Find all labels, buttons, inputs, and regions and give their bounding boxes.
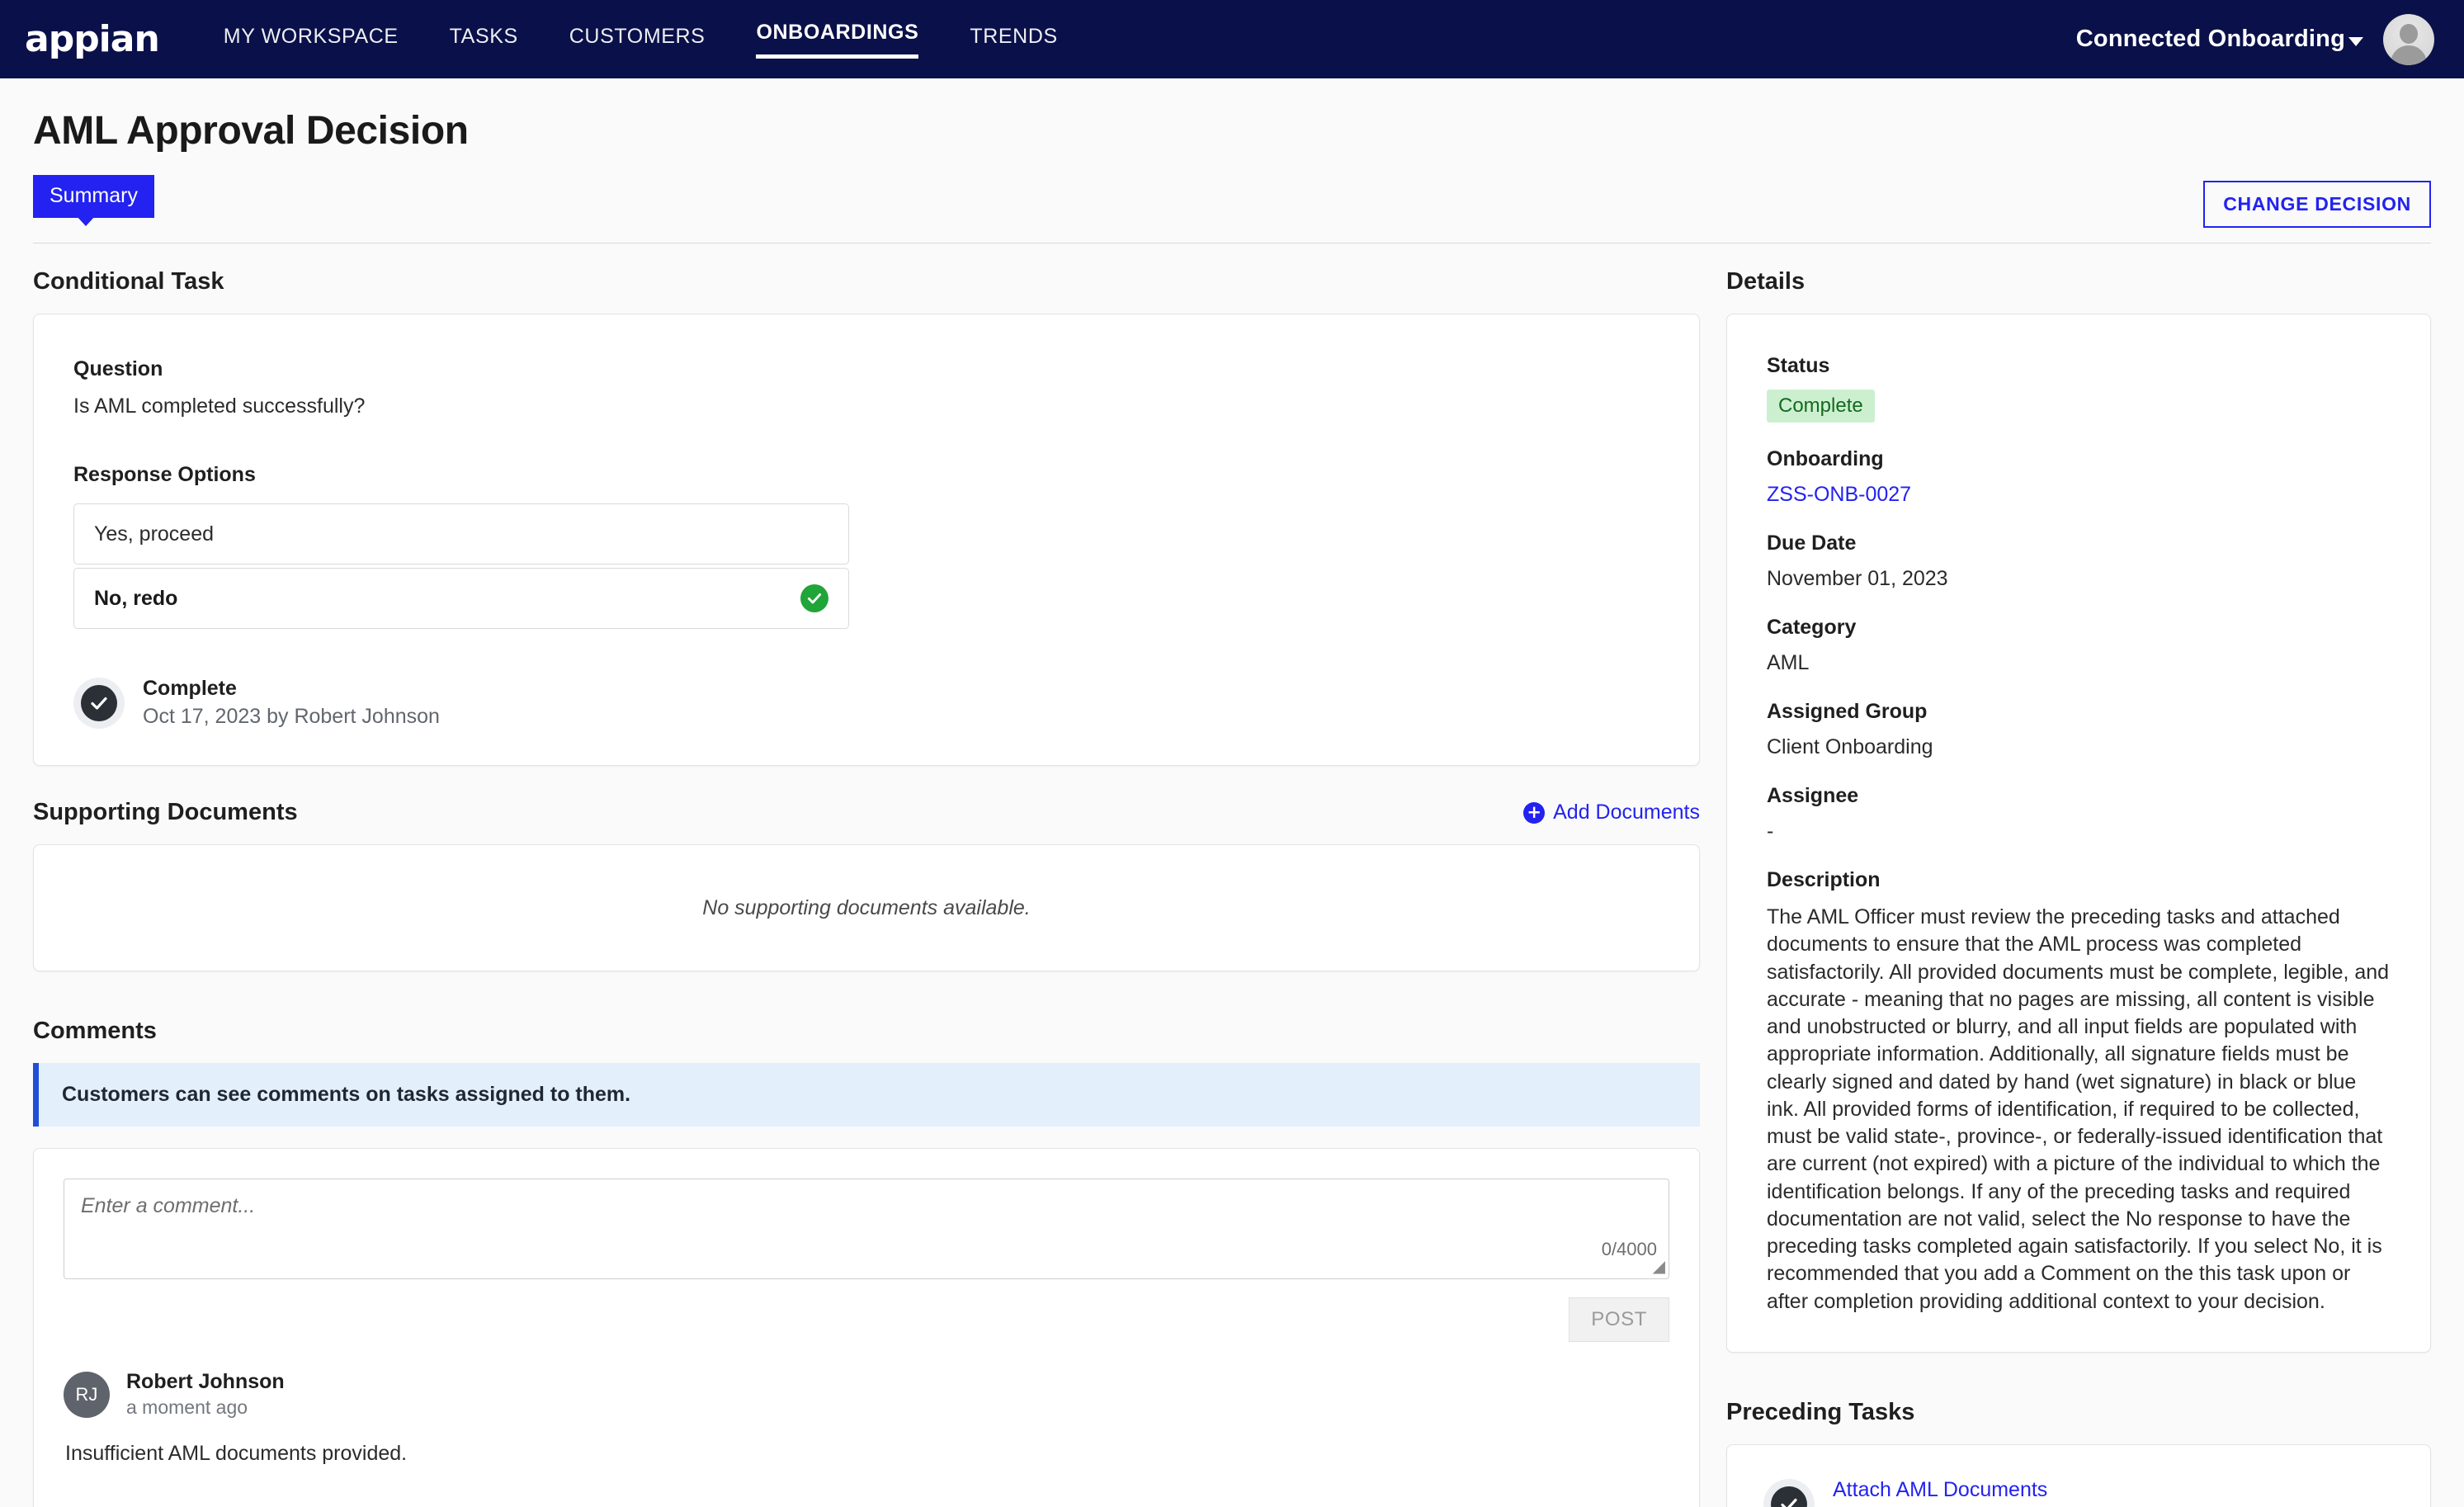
- preceding-task-link[interactable]: Attach AML Documents: [1833, 1478, 2047, 1501]
- assigned-group-label: Assigned Group: [1767, 700, 1928, 723]
- complete-check-icon: [1763, 1478, 1815, 1507]
- avatar: RJ: [64, 1371, 110, 1418]
- question-label: Question: [73, 357, 163, 380]
- details-card: Status Complete Onboarding ZSS-ONB-0027 …: [1726, 314, 2431, 1353]
- page-body: Conditional Task Question Is AML complet…: [0, 243, 2464, 1507]
- right-column: Details Status Complete Onboarding ZSS-O…: [1726, 268, 2431, 1507]
- category-label: Category: [1767, 616, 1857, 639]
- comment-timestamp: a moment ago: [126, 1396, 248, 1418]
- add-documents-label: Add Documents: [1553, 801, 1700, 824]
- onboarding-link[interactable]: ZSS-ONB-0027: [1767, 483, 1911, 507]
- response-options-label: Response Options: [73, 463, 256, 486]
- comment-input[interactable]: Enter a comment... 0/4000 ◢: [64, 1179, 1669, 1279]
- supporting-documents-card: No supporting documents available.: [33, 844, 1700, 971]
- task-status-row: Complete Oct 17, 2023 by Robert Johnson: [73, 677, 1659, 729]
- comments-notice: Customers can see comments on tasks assi…: [33, 1063, 1700, 1127]
- comment-input-placeholder: Enter a comment...: [81, 1194, 256, 1217]
- nav-link-onboardings[interactable]: ONBOARDINGS: [756, 21, 919, 59]
- tab-active-pointer-icon: [76, 215, 96, 226]
- page-title: AML Approval Decision: [33, 109, 469, 153]
- post-comment-button[interactable]: POST: [1569, 1297, 1669, 1342]
- pagination-last-button[interactable]: »: [1657, 1504, 1669, 1507]
- question-text: Is AML completed successfully?: [73, 394, 366, 418]
- preceding-tasks-card: Attach AML Documents Complete | Confirma…: [1726, 1443, 2431, 1507]
- task-status-meta: Oct 17, 2023 by Robert Johnson: [143, 705, 440, 728]
- left-column: Conditional Task Question Is AML complet…: [33, 268, 1700, 1507]
- supporting-documents-empty-text: No supporting documents available.: [702, 895, 1031, 919]
- appian-logo: appian: [25, 18, 160, 60]
- comments-pagination: « ‹ 1 - 1 of 1 › »: [64, 1504, 1669, 1507]
- user-menu-label: Connected Onboarding: [2075, 26, 2345, 52]
- user-avatar-icon[interactable]: [2383, 13, 2434, 65]
- plus-circle-icon: +: [1523, 801, 1546, 824]
- comment-author-name: Robert Johnson: [126, 1370, 285, 1393]
- pagination-next-button[interactable]: ›: [1636, 1504, 1644, 1507]
- status-label: Status: [1767, 354, 1830, 377]
- page-header: AML Approval Decision CHANGE DECISION: [0, 78, 2464, 228]
- nav-link-tasks[interactable]: TASKS: [450, 25, 518, 54]
- response-options-list: Yes, proceed No, redo: [73, 503, 849, 629]
- nav-link-customers[interactable]: CUSTOMERS: [569, 25, 706, 54]
- list-item: Attach AML Documents Complete | Confirma…: [1763, 1478, 2394, 1507]
- nav-right-cluster: Connected Onboarding: [2076, 13, 2434, 65]
- status-badge: Complete: [1767, 390, 1875, 423]
- nav-link-trends[interactable]: TRENDS: [970, 25, 1057, 54]
- due-date-label: Due Date: [1767, 531, 1857, 555]
- pagination-prev-button[interactable]: ‹: [1521, 1504, 1528, 1507]
- comment-char-count: 0/4000: [1601, 1239, 1657, 1259]
- description-label: Description: [1767, 868, 1881, 891]
- tab-row: Summary: [0, 175, 2464, 226]
- assignee-label: Assignee: [1767, 784, 1859, 807]
- comments-section: Comments Customers can see comments on t…: [33, 1018, 1700, 1507]
- add-documents-button[interactable]: + Add Documents: [1523, 801, 1700, 824]
- nav-link-my-workspace[interactable]: MY WORKSPACE: [224, 25, 399, 54]
- supporting-documents-heading: Supporting Documents: [33, 799, 298, 825]
- top-navigation-bar: appian MY WORKSPACE TASKS CUSTOMERS ONBO…: [0, 0, 2464, 78]
- supporting-documents-header: Supporting Documents + Add Documents: [33, 799, 1700, 826]
- tab-summary[interactable]: Summary: [33, 175, 154, 218]
- pagination-first-button[interactable]: «: [1495, 1504, 1508, 1507]
- task-status-name: Complete: [143, 677, 237, 700]
- response-option-yes[interactable]: Yes, proceed: [73, 503, 849, 565]
- response-option-label: No, redo: [94, 586, 178, 610]
- comments-card: Enter a comment... 0/4000 ◢ POST RJ Robe…: [33, 1148, 1700, 1507]
- complete-check-icon: [73, 677, 125, 729]
- comments-heading: Comments: [33, 1018, 157, 1044]
- assigned-group-value: Client Onboarding: [1767, 735, 1933, 758]
- response-option-no[interactable]: No, redo: [73, 568, 849, 629]
- chevron-down-icon: [2348, 37, 2363, 46]
- assignee-value: -: [1767, 820, 1774, 843]
- onboarding-label: Onboarding: [1767, 447, 1884, 470]
- details-heading: Details: [1726, 268, 1806, 295]
- preceding-tasks-section: Preceding Tasks Attach AML Documents Com…: [1726, 1399, 2431, 1507]
- conditional-task-heading: Conditional Task: [33, 268, 224, 295]
- comment-body: Insufficient AML documents provided.: [65, 1442, 408, 1465]
- due-date-value: November 01, 2023: [1767, 567, 1948, 590]
- resize-handle-icon[interactable]: ◢: [1653, 1256, 1665, 1277]
- comment-author-row: RJ Robert Johnson a moment ago: [64, 1370, 1669, 1419]
- post-button-row: POST: [64, 1297, 1669, 1342]
- preceding-tasks-heading: Preceding Tasks: [1726, 1398, 1915, 1425]
- category-value: AML: [1767, 651, 1810, 674]
- conditional-task-card: Question Is AML completed successfully? …: [33, 314, 1700, 766]
- description-value: The AML Officer must review the precedin…: [1767, 905, 2390, 1313]
- response-option-label: Yes, proceed: [94, 522, 215, 546]
- selected-check-icon: [800, 584, 828, 612]
- primary-nav-links: MY WORKSPACE TASKS CUSTOMERS ONBOARDINGS…: [224, 21, 1058, 59]
- user-menu-button[interactable]: Connected Onboarding: [2076, 26, 2363, 53]
